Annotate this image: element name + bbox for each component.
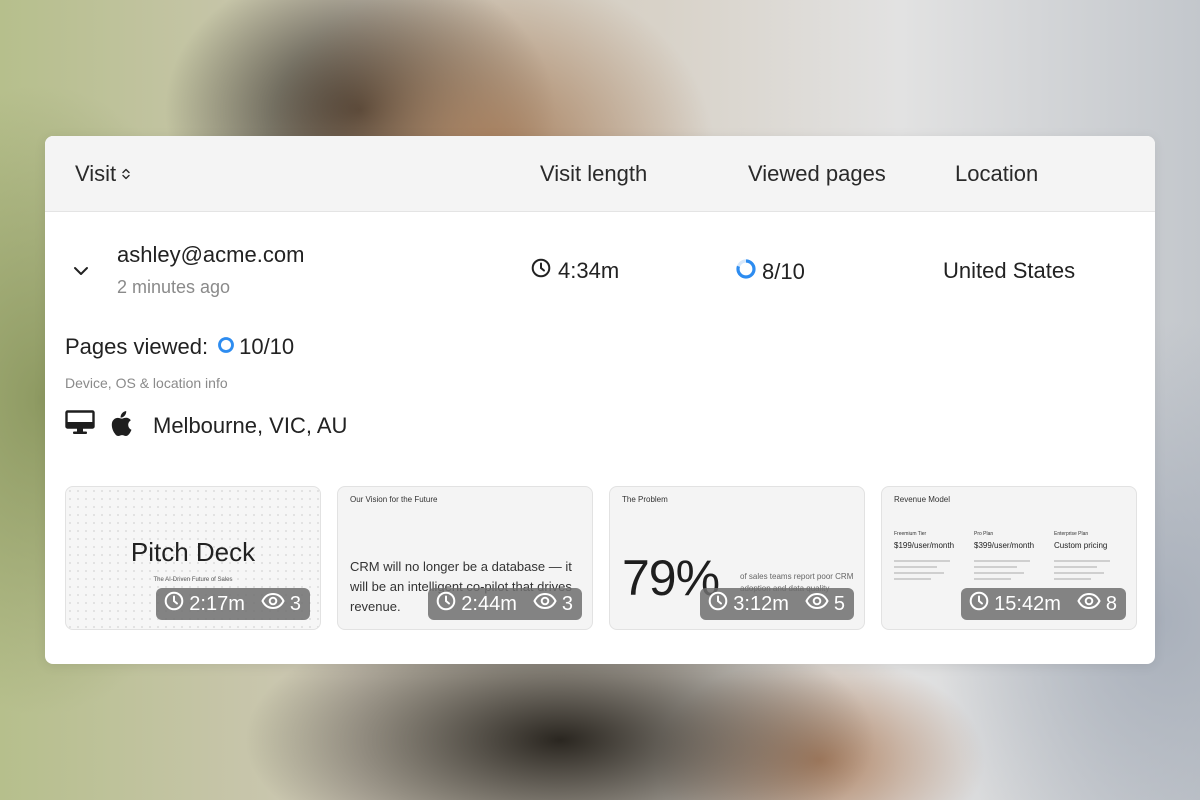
visit-time-ago: 2 minutes ago — [117, 277, 231, 297]
pages-viewed: Pages viewed: 10/10 — [65, 334, 294, 360]
slide-views: 3 — [561, 592, 573, 615]
pages-viewed-value: 10/10 — [239, 334, 295, 359]
slide-thumbnail[interactable]: The Problem 79% of sales teams report po… — [609, 486, 865, 630]
slide-subtitle: The AI-Driven Future of Sales — [153, 577, 233, 583]
column-header-visit[interactable]: Visit — [75, 160, 130, 188]
pricing-plan: Enterprise Plan Custom pricing — [1054, 531, 1116, 584]
eye-icon — [1077, 592, 1101, 616]
slide-stats-badge: 15:42m 8 — [961, 588, 1126, 620]
device-info-label: Device, OS & location info — [65, 375, 228, 391]
visits-card: Visit Visit length Viewed pages Location… — [45, 136, 1155, 664]
pricing-plan: Pro Plan $399/user/month — [974, 531, 1036, 584]
expand-row-chevron-down-icon[interactable] — [71, 264, 91, 278]
column-header-visit-length: Visit length — [540, 161, 648, 186]
clock-icon — [531, 258, 551, 284]
visit-location: United States — [943, 258, 1076, 283]
clock-icon — [708, 591, 728, 617]
plan-feature-lines — [1054, 560, 1116, 580]
pricing-plan: Freemium Tier $199/user/month — [894, 531, 956, 584]
pricing-plans: Freemium Tier $199/user/month Pro Plan $… — [894, 531, 1116, 584]
plan-name: Pro Plan — [974, 531, 994, 537]
visit-length-value: 4:34m — [558, 258, 620, 283]
slide-stats-badge: 3:12m 5 — [700, 588, 854, 620]
slide-duration: 2:17m — [189, 592, 245, 615]
desktop-icon — [65, 410, 95, 441]
column-header-location: Location — [955, 161, 1039, 186]
clock-icon — [164, 591, 184, 617]
device-os-location: Melbourne, VIC, AU — [65, 410, 347, 441]
plan-name: Enterprise Plan — [1054, 531, 1089, 537]
slide-heading: Our Vision for the Future — [350, 495, 438, 504]
eye-icon — [533, 592, 557, 616]
progress-ring-icon — [735, 258, 757, 286]
plan-price: $199/user/month — [894, 541, 955, 550]
plan-price: $399/user/month — [974, 541, 1035, 550]
column-header-viewed-pages: Viewed pages — [748, 161, 886, 186]
slide-views: 3 — [289, 592, 301, 615]
slide-thumbnails: Pitch Deck The AI-Driven Future of Sales… — [65, 486, 1137, 630]
slide-thumbnail[interactable]: Revenue Model Freemium Tier $199/user/mo… — [881, 486, 1137, 630]
slide-thumbnail[interactable]: Our Vision for the Future CRM will no lo… — [337, 486, 593, 630]
clock-icon — [436, 591, 456, 617]
slide-title: Pitch Deck — [130, 537, 256, 567]
apple-icon — [111, 410, 133, 441]
pages-viewed-label: Pages viewed: — [65, 334, 209, 359]
clock-icon — [969, 591, 989, 617]
slide-thumbnail[interactable]: Pitch Deck The AI-Driven Future of Sales… — [65, 486, 321, 630]
viewed-pages: 8/10 — [735, 258, 805, 286]
plan-feature-lines — [974, 560, 1036, 580]
slide-views: 8 — [1105, 592, 1117, 615]
slide-stats-badge: 2:17m 3 — [156, 588, 310, 620]
plan-name: Freemium Tier — [894, 531, 927, 537]
slide-heading: The Problem — [622, 495, 668, 504]
visitor-city: Melbourne, VIC, AU — [153, 412, 348, 438]
eye-icon — [805, 592, 829, 616]
viewed-pages-value: 8/10 — [762, 259, 805, 284]
eye-icon — [261, 592, 285, 616]
table-header: Visit Visit length Viewed pages Location — [45, 136, 1155, 212]
column-header-visit-label: Visit — [75, 161, 117, 186]
progress-ring-icon — [217, 334, 235, 360]
slide-stats-badge: 2:44m 3 — [428, 588, 582, 620]
slide-duration: 15:42m — [994, 592, 1061, 615]
slide-heading: Revenue Model — [894, 495, 951, 504]
slide-duration: 3:12m — [733, 592, 789, 615]
visit-length: 4:34m — [531, 258, 619, 284]
slide-views: 5 — [833, 592, 845, 615]
slide-duration: 2:44m — [461, 592, 517, 615]
visitor-email[interactable]: ashley@acme.com — [117, 242, 304, 268]
sort-icon[interactable] — [122, 168, 130, 180]
plan-feature-lines — [894, 560, 956, 580]
plan-price: Custom pricing — [1054, 541, 1108, 550]
